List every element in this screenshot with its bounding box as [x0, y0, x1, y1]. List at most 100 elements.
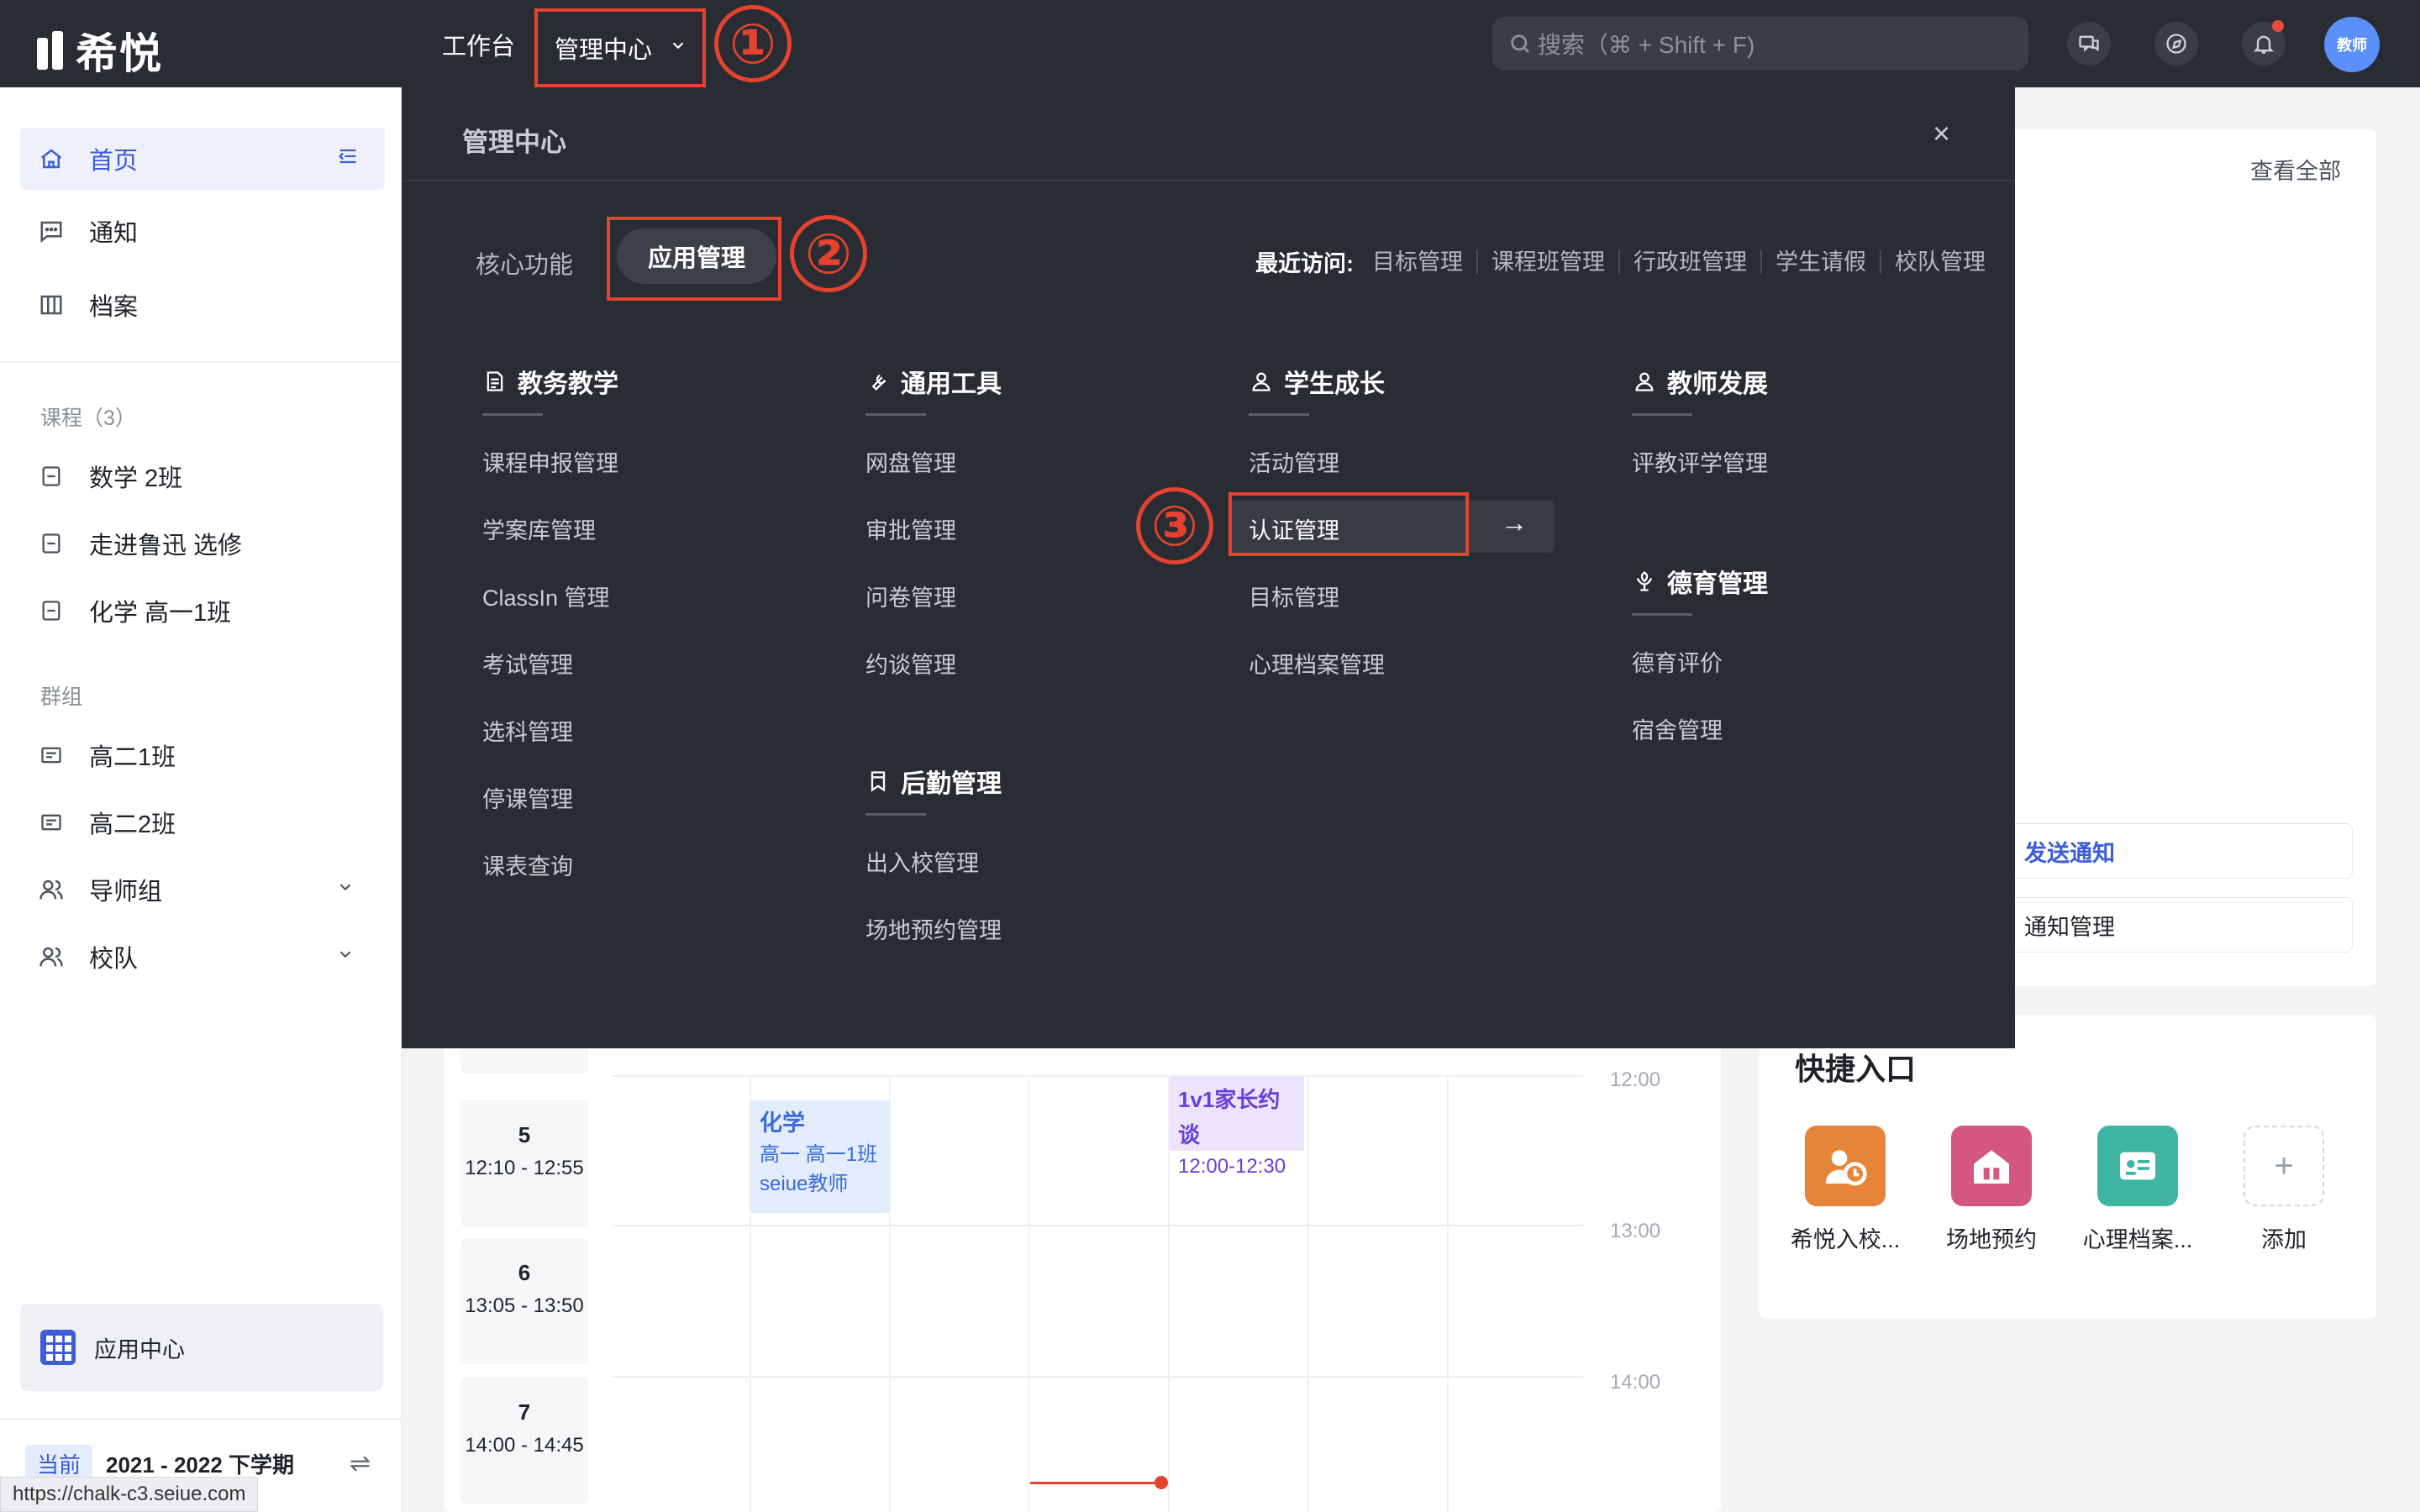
menu-item[interactable]: 约谈管理 — [865, 647, 956, 680]
period-time: 12:10 - 12:55 — [465, 1157, 584, 1179]
nav-admin-center[interactable]: 管理中心 — [534, 8, 706, 87]
annotation-3: ③ — [1136, 487, 1213, 564]
class-icon — [39, 810, 64, 835]
close-icon[interactable]: × — [1933, 116, 1950, 151]
sidebar-item-course[interactable]: 化学 高一1班 — [20, 580, 385, 642]
menu-item[interactable]: 出入校管理 — [865, 845, 979, 878]
notice-manage-button[interactable]: 通知管理 — [1998, 897, 2353, 953]
sidebar-item-label: 档案 — [89, 294, 139, 321]
sidebar-item-label: 高二1班 — [89, 744, 176, 771]
period-row: 7 14:00 - 14:45 — [460, 1378, 588, 1504]
sidebar-item-home[interactable]: 首页 — [20, 128, 385, 190]
sidebar-item-group[interactable]: 校队 — [20, 926, 385, 988]
bell-icon[interactable] — [2242, 20, 2286, 66]
tab-core-functions[interactable]: 核心功能 — [476, 245, 573, 281]
menu-item[interactable]: 课表查询 — [482, 848, 573, 881]
swap-icon[interactable]: ⇌ — [350, 1449, 371, 1478]
menu-item[interactable]: 审批管理 — [865, 512, 956, 545]
recent-link[interactable]: 目标管理 — [1359, 249, 1478, 274]
sidebar-item-group[interactable]: 导师组 — [20, 858, 385, 921]
recent-link[interactable]: 课程班管理 — [1478, 249, 1620, 274]
sidebar-item-label: 高二2班 — [89, 811, 176, 838]
search-input[interactable]: 搜索（⌘ + Shift + F) — [1492, 17, 2028, 71]
view-all-link[interactable]: 查看全部 — [2250, 153, 2341, 186]
arrow-right-icon[interactable]: → — [1501, 507, 1528, 538]
category-moral: 德育管理 — [1632, 563, 1768, 600]
category-title: 教师发展 — [1667, 370, 1768, 398]
menu-item[interactable]: 停课管理 — [482, 781, 573, 814]
divider — [0, 361, 402, 363]
grid-line — [1028, 1075, 1030, 1512]
menu-item[interactable]: 问卷管理 — [865, 580, 956, 612]
menu-item[interactable]: 德育评价 — [1632, 645, 1723, 678]
sidebar-item-label: 首页 — [89, 148, 139, 175]
event-parent-meeting[interactable]: 1v1家长约谈 12:00-12:30 — [1170, 1077, 1304, 1178]
send-notice-button[interactable]: 发送通知 — [1998, 823, 2353, 879]
campus-entry-icon — [1805, 1126, 1886, 1206]
category-title: 通用工具 — [901, 370, 1002, 398]
menu-item-certification[interactable]: 认证管理 — [1249, 512, 1339, 545]
chevron-down-icon[interactable] — [336, 878, 355, 901]
quick-item[interactable]: 场地预约 — [1924, 1126, 2059, 1254]
menu-item[interactable]: 评教评学管理 — [1632, 445, 1768, 478]
search-icon — [1511, 34, 1529, 53]
recent-link[interactable]: 校队管理 — [1881, 250, 1986, 274]
recent-visits: 最近访问: 目标管理 课程班管理 行政班管理 学生请假 校队管理 — [1255, 245, 1986, 278]
chevron-down-icon[interactable] — [336, 945, 355, 969]
menu-item[interactable]: 宿舍管理 — [1632, 712, 1723, 745]
recent-link[interactable]: 学生请假 — [1762, 249, 1881, 274]
category-title: 后勤管理 — [901, 770, 1002, 798]
menu-item[interactable]: 目标管理 — [1249, 580, 1339, 612]
sidebar-item-label: 通知 — [89, 220, 139, 247]
current-time-line — [1030, 1482, 1161, 1484]
users-icon — [39, 877, 64, 902]
menu-item[interactable]: 考试管理 — [482, 647, 573, 680]
divider — [1632, 613, 1692, 616]
grid-line — [889, 1075, 891, 1512]
logo-text: 希悦 — [76, 30, 163, 77]
notification-dot — [2272, 20, 2284, 32]
sidebar-item-archive[interactable]: 档案 — [20, 274, 385, 336]
time-label: 13:00 — [1610, 1220, 1661, 1242]
course-icon — [39, 464, 64, 489]
menu-item[interactable]: ClassIn 管理 — [482, 580, 610, 612]
annotation-2: ② — [790, 215, 867, 292]
sidebar: 首页 通知 档案 课程（3） 数学 2班 走进鲁迅 选修 化学 高一1班 群组 … — [0, 87, 402, 1512]
chat-icon[interactable] — [2067, 22, 2111, 66]
quick-item[interactable]: 心理档案... — [2070, 1126, 2205, 1254]
sidebar-item-label: 数学 2班 — [89, 465, 183, 492]
quick-item-add[interactable]: + 添加 — [2217, 1126, 2351, 1254]
menu-item[interactable]: 场地预约管理 — [865, 912, 1002, 945]
divider — [865, 413, 926, 416]
divider — [402, 180, 2015, 181]
collapse-sidebar-icon[interactable] — [336, 144, 360, 174]
menu-item[interactable]: 选科管理 — [482, 714, 573, 747]
compass-icon[interactable] — [2154, 22, 2198, 66]
avatar[interactable]: 教师 — [2324, 17, 2380, 72]
recent-link[interactable]: 行政班管理 — [1620, 249, 1762, 274]
app-center-button[interactable]: 应用中心 — [20, 1304, 383, 1391]
sidebar-item-course[interactable]: 走进鲁迅 选修 — [20, 512, 385, 575]
sidebar-item-group[interactable]: 高二1班 — [20, 724, 385, 786]
period-number: 5 — [518, 1122, 531, 1147]
menu-item[interactable]: 活动管理 — [1249, 445, 1339, 478]
sidebar-item-label: 导师组 — [89, 879, 163, 906]
quick-item[interactable]: 希悦入校... — [1778, 1126, 1912, 1254]
period-time: 13:05 - 13:50 — [465, 1294, 584, 1317]
event-chemistry[interactable]: 化学 高一 高一1班 seiue教师 — [751, 1100, 889, 1213]
sidebar-item-course[interactable]: 数学 2班 — [20, 445, 385, 507]
users-icon — [39, 944, 64, 969]
nav-workbench[interactable]: 工作台 — [442, 27, 515, 62]
menu-item[interactable]: 学案库管理 — [482, 512, 596, 545]
status-url: https://chalk-c3.seiue.com — [0, 1477, 259, 1512]
sidebar-item-notice[interactable]: 通知 — [20, 200, 385, 262]
menu-item[interactable]: 课程申报管理 — [482, 445, 618, 478]
menu-item[interactable]: 心理档案管理 — [1249, 647, 1385, 680]
category-teacher: 教师发展 — [1632, 363, 1768, 400]
quick-item-label: 希悦入校... — [1790, 1227, 1901, 1252]
logo[interactable]: 希悦 — [37, 20, 163, 81]
sidebar-item-group[interactable]: 高二2班 — [20, 791, 385, 853]
archive-icon — [39, 292, 64, 318]
menu-item[interactable]: 网盘管理 — [865, 445, 956, 478]
message-icon — [39, 218, 64, 244]
